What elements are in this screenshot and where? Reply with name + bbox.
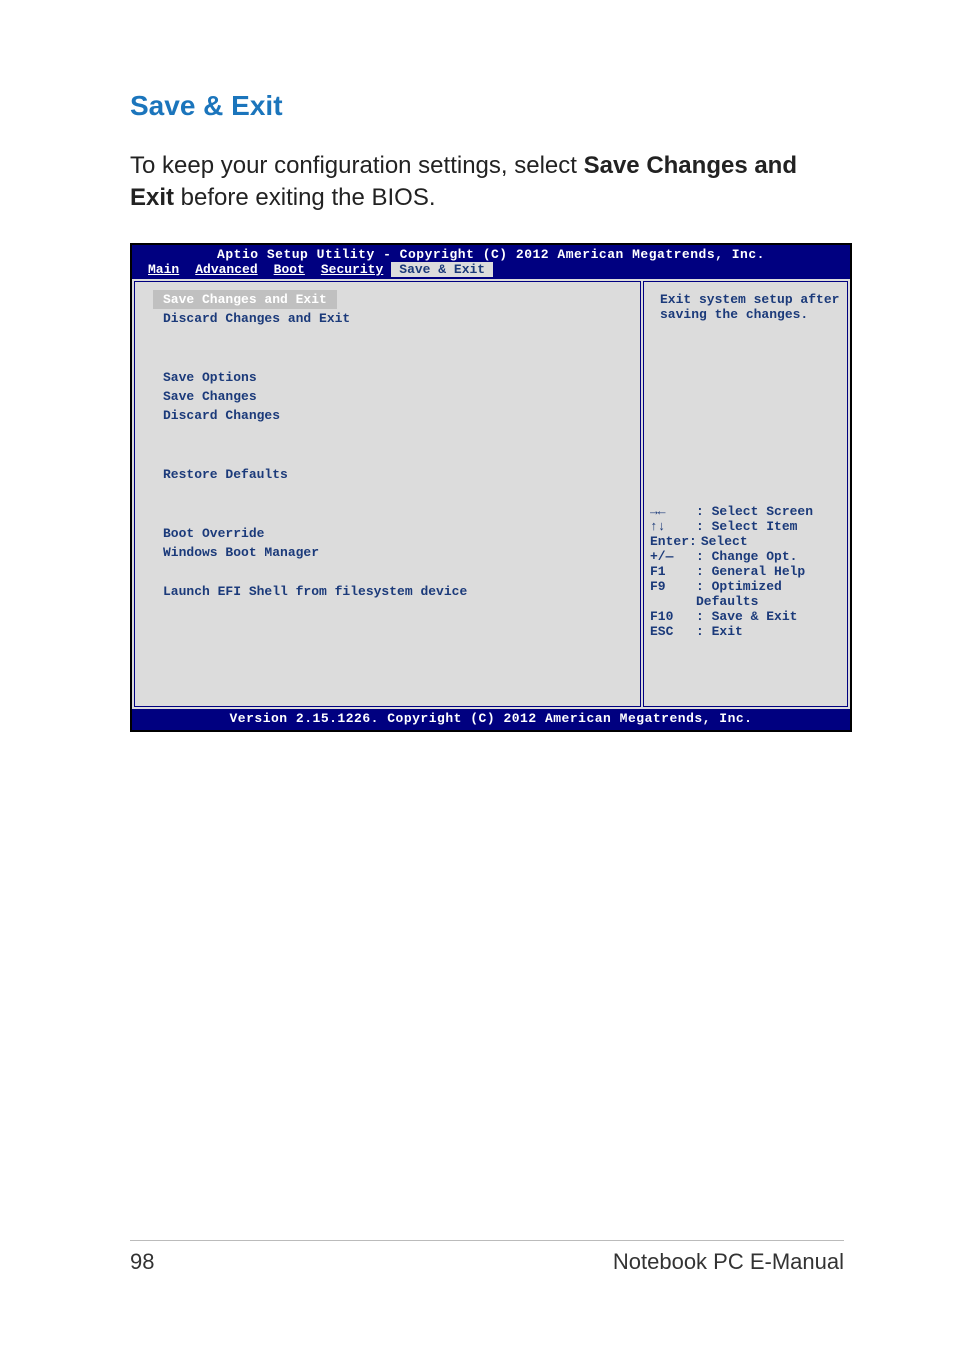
key-enter: Enter:Select bbox=[650, 534, 841, 549]
bios-right-pane: Exit system setup after saving the chang… bbox=[643, 281, 848, 707]
key-esc: ESC: Exit bbox=[650, 624, 841, 639]
bios-title: Aptio Setup Utility - Copyright (C) 2012… bbox=[132, 245, 850, 262]
page-number: 98 bbox=[130, 1249, 154, 1275]
key-left-right: →←: Select Screen bbox=[650, 504, 841, 519]
item-discard-changes[interactable]: Discard Changes bbox=[163, 406, 622, 425]
body-paragraph: To keep your configuration settings, sel… bbox=[130, 150, 844, 215]
tab-save-exit[interactable]: Save & Exit bbox=[391, 262, 493, 277]
item-discard-changes-exit[interactable]: Discard Changes and Exit bbox=[163, 309, 622, 328]
tab-main[interactable]: Main bbox=[140, 262, 187, 277]
tab-security[interactable]: Security bbox=[313, 262, 391, 277]
bios-tabbar: Main Advanced Boot Security Save & Exit bbox=[132, 262, 850, 279]
header-save-options: Save Options bbox=[163, 368, 622, 387]
page-footer: 98 Notebook PC E-Manual bbox=[130, 1240, 844, 1275]
key-plus-minus: +/—: Change Opt. bbox=[650, 549, 841, 564]
bios-screenshot: Aptio Setup Utility - Copyright (C) 2012… bbox=[130, 243, 852, 732]
item-restore-defaults[interactable]: Restore Defaults bbox=[163, 465, 622, 484]
item-save-changes-exit[interactable]: Save Changes and Exit bbox=[153, 290, 337, 309]
key-up-down: ↑↓: Select Item bbox=[650, 519, 841, 534]
key-f1: F1: General Help bbox=[650, 564, 841, 579]
key-f9: F9: Optimized Defaults bbox=[650, 579, 841, 609]
body-suffix: before exiting the BIOS. bbox=[174, 184, 435, 211]
section-heading: Save & Exit bbox=[130, 90, 844, 122]
tab-boot[interactable]: Boot bbox=[266, 262, 313, 277]
item-windows-boot-manager[interactable]: Windows Boot Manager bbox=[163, 543, 622, 562]
key-f10: F10: Save & Exit bbox=[650, 609, 841, 624]
bios-left-pane: Save Changes and Exit Discard Changes an… bbox=[134, 281, 641, 707]
tab-advanced[interactable]: Advanced bbox=[187, 262, 265, 277]
bios-footer: Version 2.15.1226. Copyright (C) 2012 Am… bbox=[132, 709, 850, 730]
bios-help-text: Exit system setup after saving the chang… bbox=[650, 290, 841, 324]
body-prefix: To keep your configuration settings, sel… bbox=[130, 152, 584, 179]
item-launch-efi-shell[interactable]: Launch EFI Shell from filesystem device bbox=[163, 582, 622, 601]
doc-title: Notebook PC E-Manual bbox=[613, 1249, 844, 1275]
header-boot-override: Boot Override bbox=[163, 524, 622, 543]
item-save-changes[interactable]: Save Changes bbox=[163, 387, 622, 406]
